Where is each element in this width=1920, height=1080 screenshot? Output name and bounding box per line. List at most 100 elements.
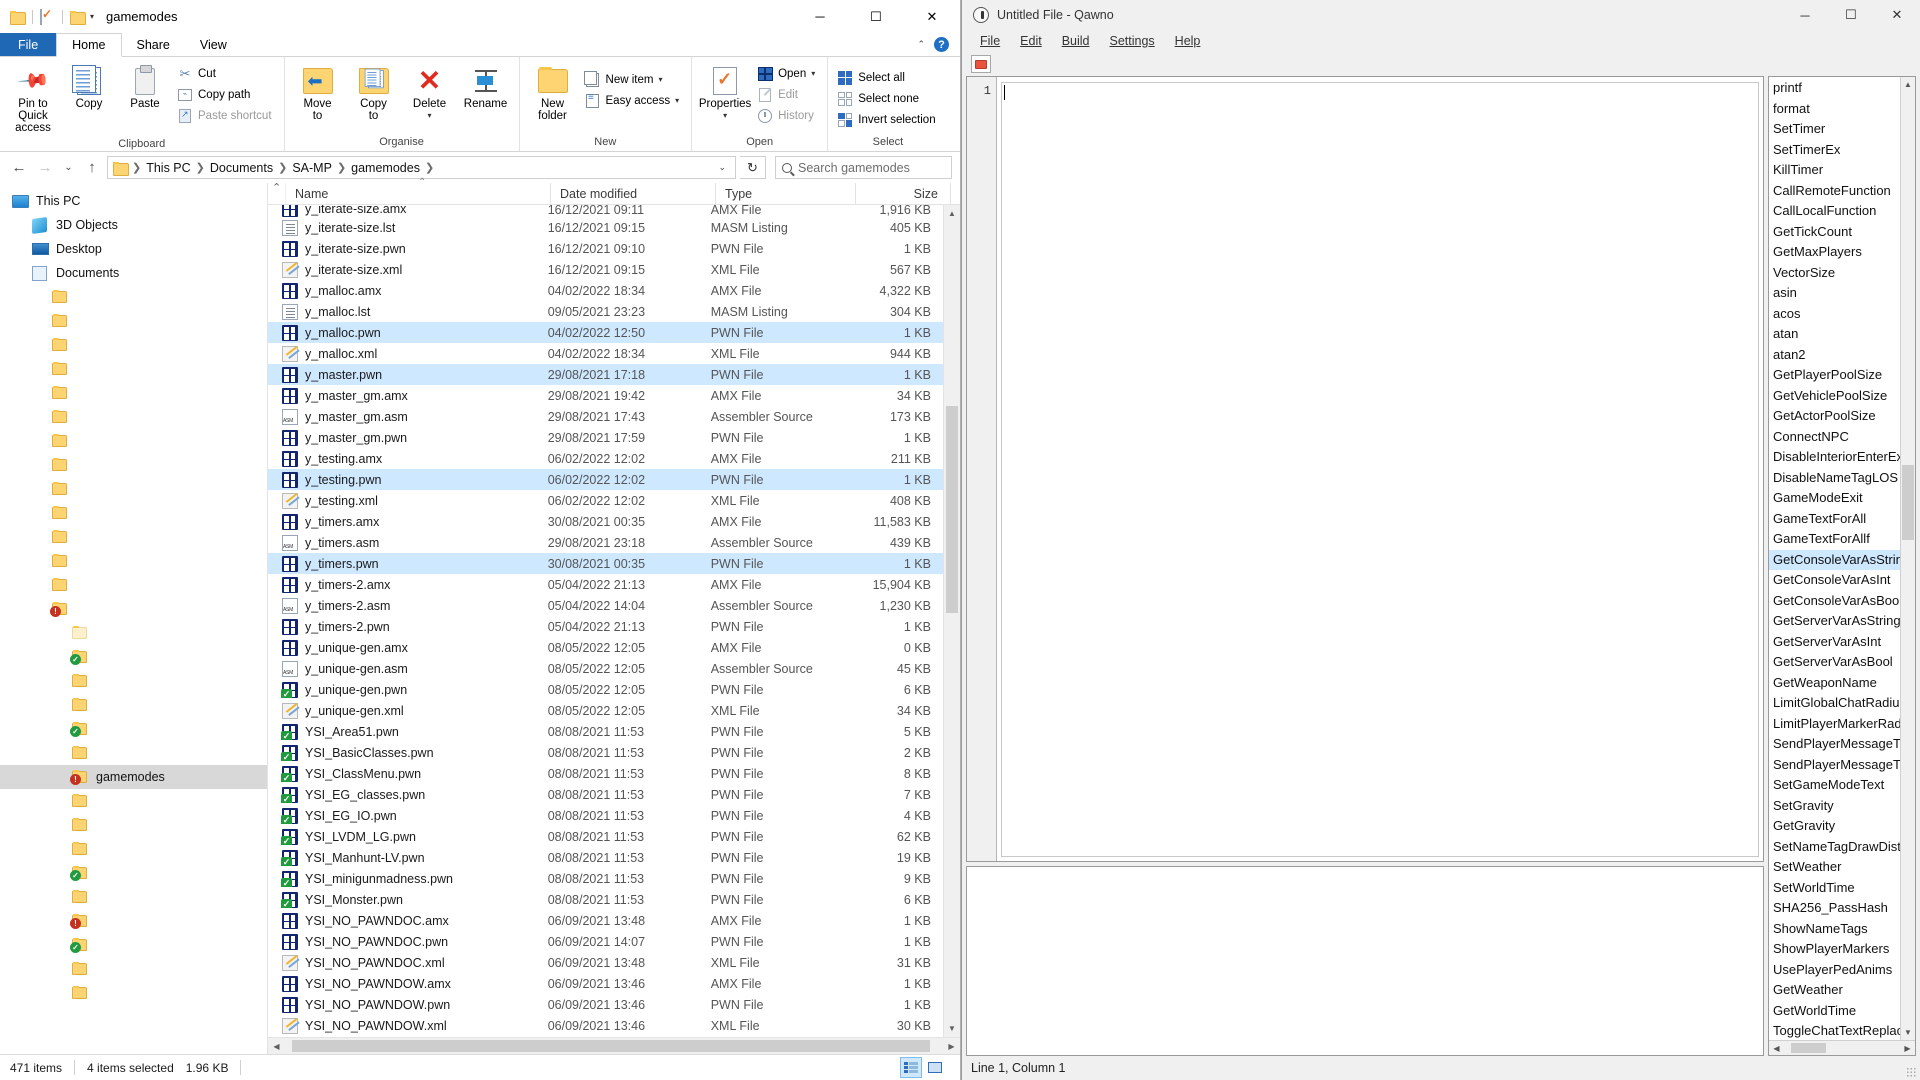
menu-file[interactable]: File xyxy=(970,30,1010,52)
breadcrumb-documents[interactable]: Documents xyxy=(206,161,277,175)
breadcrumb[interactable]: ❯ This PC ❯ Documents ❯ SA-MP ❯ gamemode… xyxy=(107,156,736,179)
new-folder-button[interactable]: New folder xyxy=(526,61,580,125)
pin-to-quick-access-button[interactable]: 📌 Pin to Quick access xyxy=(6,61,60,137)
function-list-item[interactable]: asin xyxy=(1769,283,1900,304)
table-row[interactable]: YSI_NO_PAWNDOW.amx 06/09/2021 13:46 AMX Fi… xyxy=(268,973,943,994)
table-row[interactable]: y_master.pwn 29/08/2021 17:18 PWN File 1 KB xyxy=(268,364,943,385)
function-list-horizontal-scrollbar[interactable]: ◀ ▶ xyxy=(1769,1040,1915,1055)
sidebar-item[interactable]: ✓ xyxy=(0,717,267,741)
scroll-down-button[interactable]: ▼ xyxy=(944,1020,960,1037)
sidebar-item[interactable] xyxy=(0,693,267,717)
chevron-down-icon[interactable]: ▾ xyxy=(675,96,679,105)
column-header-size[interactable]: Size xyxy=(856,183,951,204)
column-header-name[interactable]: ⌃ Name xyxy=(286,177,551,204)
table-row[interactable]: YSI_NO_PAWNDOC.amx 06/09/2021 13:48 AMX Fi… xyxy=(268,910,943,931)
function-list-item[interactable]: GetWeather xyxy=(1769,980,1900,1001)
table-row[interactable]: y_testing.pwn 06/02/2022 12:02 PWN File 1 K… xyxy=(268,469,943,490)
function-list-item[interactable]: GetConsoleVarAsString xyxy=(1769,549,1900,570)
collapse-ribbon-icon[interactable]: ⌃ xyxy=(917,39,925,50)
breadcrumb-this-pc[interactable]: This PC xyxy=(142,161,194,175)
breadcrumb-sa-mp[interactable]: SA-MP xyxy=(288,161,336,175)
search-input[interactable]: Search gamemodes xyxy=(775,156,952,179)
cut-button[interactable]: ✂ Cut xyxy=(174,63,278,84)
scroll-thumb[interactable] xyxy=(291,1040,930,1052)
table-row[interactable]: YSI_ClassMenu.pwn 08/08/2021 11:53 PWN Fil… xyxy=(268,763,943,784)
table-row[interactable]: YSI_Area51.pwn 08/08/2021 11:53 PWN File 5 … xyxy=(268,721,943,742)
scroll-down-button[interactable]: ▼ xyxy=(1901,1025,1915,1040)
output-panel[interactable] xyxy=(966,866,1764,1056)
sidebar-item-this-pc[interactable]: This PC xyxy=(0,189,267,213)
properties-icon[interactable] xyxy=(40,8,55,25)
sidebar-item[interactable] xyxy=(0,429,267,453)
scroll-left-button[interactable]: ◀ xyxy=(268,1038,285,1054)
table-row[interactable]: YSI_NO_PAWNDOC.pwn 06/09/2021 14:07 PWN Fi… xyxy=(268,931,943,952)
function-list-item[interactable]: DisableInteriorEnterExits xyxy=(1769,447,1900,468)
scroll-right-button[interactable]: ▶ xyxy=(1900,1041,1915,1055)
sidebar-item[interactable] xyxy=(0,333,267,357)
sidebar-item[interactable]: ! xyxy=(0,909,267,933)
sidebar-item[interactable] xyxy=(0,285,267,309)
sidebar-item[interactable]: ! xyxy=(0,597,267,621)
function-list-item[interactable]: LimitGlobalChatRadius xyxy=(1769,693,1900,714)
function-list-item[interactable]: CallLocalFunction xyxy=(1769,201,1900,222)
file-rows[interactable]: y_iterate-size.amx 16/12/2021 09:11 AMX Fi… xyxy=(268,205,943,1037)
tab-view[interactable]: View xyxy=(185,33,242,56)
sidebar-item[interactable] xyxy=(0,885,267,909)
sidebar-item[interactable]: ✓ xyxy=(0,933,267,957)
easy-access-button[interactable]: Easy access ▾ xyxy=(582,90,686,111)
function-list-item[interactable]: GetWorldTime xyxy=(1769,1001,1900,1022)
copy-path-button[interactable]: ⌁ Copy path xyxy=(174,84,278,105)
function-list-item[interactable]: GetConsoleVarAsBool xyxy=(1769,591,1900,612)
function-list-item[interactable]: GameModeExit xyxy=(1769,488,1900,509)
sidebar-item[interactable] xyxy=(0,621,267,645)
menu-build[interactable]: Build xyxy=(1052,30,1100,52)
function-list-item[interactable]: SetTimer xyxy=(1769,119,1900,140)
qawno-maximize-button[interactable]: ☐ xyxy=(1828,0,1874,30)
file-list-vertical-scrollbar[interactable]: ▲ ▼ xyxy=(943,205,960,1037)
function-list-vertical-scrollbar[interactable]: ▲ ▼ xyxy=(1900,77,1915,1040)
function-list-item[interactable]: GetServerVarAsInt xyxy=(1769,632,1900,653)
function-list-item[interactable]: SendPlayerMessageToAll xyxy=(1769,734,1900,755)
sidebar-item[interactable] xyxy=(0,981,267,1005)
table-row[interactable]: y_unique-gen.pwn 08/05/2022 12:05 PWN File… xyxy=(268,679,943,700)
table-row[interactable]: YSI_Monster.pwn 08/08/2021 11:53 PWN File 6… xyxy=(268,889,943,910)
table-row[interactable]: y_unique-gen.asm 08/05/2022 12:05 Assemble… xyxy=(268,658,943,679)
chevron-down-icon[interactable]: ▾ xyxy=(658,75,662,84)
large-icons-view-button[interactable] xyxy=(924,1057,946,1078)
resize-grip[interactable] xyxy=(1906,1067,1916,1077)
column-header-type[interactable]: Type xyxy=(716,183,856,204)
function-list-item[interactable]: SetGravity xyxy=(1769,796,1900,817)
table-row[interactable]: YSI_LVDM_LG.pwn 08/08/2021 11:53 PWN File 6… xyxy=(268,826,943,847)
function-list-item[interactable]: LimitPlayerMarkerRadius xyxy=(1769,714,1900,735)
table-row[interactable]: y_timers-2.amx 05/04/2022 21:13 AMX File 15… xyxy=(268,574,943,595)
code-editor[interactable]: 1 xyxy=(966,76,1764,862)
qawno-minimize-button[interactable]: ─ xyxy=(1782,0,1828,30)
properties-button[interactable]: Properties ▾ xyxy=(698,61,752,125)
sidebar-item[interactable] xyxy=(0,669,267,693)
table-row[interactable]: y_timers-2.asm 05/04/2022 14:04 Assembler … xyxy=(268,595,943,616)
function-list-item[interactable]: SetTimerEx xyxy=(1769,140,1900,161)
function-list-item[interactable]: ShowPlayerMarkers xyxy=(1769,939,1900,960)
table-row[interactable]: YSI_NO_PAWNDOW.pwn 06/09/2021 13:46 PWN Fi… xyxy=(268,994,943,1015)
scroll-thumb[interactable] xyxy=(1902,465,1914,540)
function-items[interactable]: printf format SetTimer SetTimerEx KillTimer C… xyxy=(1769,77,1900,1040)
up-button[interactable]: ↑ xyxy=(81,157,103,179)
new-item-button[interactable]: New item ▾ xyxy=(582,69,686,90)
sidebar-item[interactable] xyxy=(0,501,267,525)
scroll-up-button[interactable]: ▲ xyxy=(1901,77,1915,92)
table-row[interactable]: YSI_NO_PAWNDOC.xml 06/09/2021 13:48 XML Fi… xyxy=(268,952,943,973)
scroll-track[interactable] xyxy=(944,222,960,1020)
navigation-pane[interactable]: This PC 3D Objects Desktop Documents! ✓ ✓! gam… xyxy=(0,183,268,1054)
select-all-button[interactable]: Select all xyxy=(834,67,941,88)
sidebar-item[interactable]: ✓ xyxy=(0,861,267,885)
sidebar-item[interactable] xyxy=(0,573,267,597)
history-button[interactable]: History xyxy=(754,105,821,126)
sidebar-item[interactable] xyxy=(0,837,267,861)
chevron-down-icon[interactable]: ⌄ xyxy=(712,162,732,173)
scroll-track[interactable] xyxy=(285,1038,943,1054)
function-list[interactable]: printf format SetTimer SetTimerEx KillTimer C… xyxy=(1769,77,1915,1040)
table-row[interactable]: y_iterate-size.xml 16/12/2021 09:15 XML Fi… xyxy=(268,259,943,280)
function-list-item[interactable]: GetTickCount xyxy=(1769,222,1900,243)
table-row[interactable]: YSI_BasicClasses.pwn 08/08/2021 11:53 PWN … xyxy=(268,742,943,763)
sidebar-item-3d-objects[interactable]: 3D Objects xyxy=(0,213,267,237)
